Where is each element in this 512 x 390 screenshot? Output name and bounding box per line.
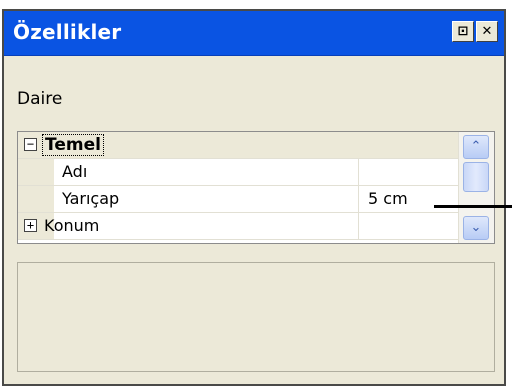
column-divider xyxy=(358,186,359,212)
property-label: Konum xyxy=(44,216,100,235)
column-divider xyxy=(358,213,359,239)
category-row-temel[interactable]: − Temel xyxy=(18,132,458,159)
pin-button[interactable]: ⊡ xyxy=(452,21,474,42)
scroll-down-icon[interactable]: ⌄ xyxy=(463,216,489,240)
property-row-position[interactable]: + Konum xyxy=(18,213,458,240)
scroll-up-icon[interactable]: ⌃ xyxy=(463,135,489,159)
property-grid: − Temel Adı Yarıçap 5 cm + Konum ⌃ ⌄ xyxy=(17,131,495,244)
property-label: Yarıçap xyxy=(62,189,120,208)
selected-object-name: Daire xyxy=(17,89,63,109)
column-divider xyxy=(358,159,359,185)
property-value[interactable]: 5 cm xyxy=(368,189,408,208)
row-gutter xyxy=(18,186,54,212)
close-button[interactable]: ✕ xyxy=(476,21,498,42)
window-title: Özellikler xyxy=(13,20,122,44)
callout-arrow-line xyxy=(434,205,512,208)
property-row-radius[interactable]: Yarıçap 5 cm xyxy=(18,186,458,213)
property-label: Adı xyxy=(62,162,88,181)
description-pane xyxy=(17,262,495,372)
vertical-scrollbar[interactable]: ⌃ ⌄ xyxy=(458,132,494,243)
scroll-thumb[interactable] xyxy=(463,162,489,192)
property-row-name[interactable]: Adı xyxy=(18,159,458,186)
properties-window: Özellikler ⊡ ✕ Daire − Temel Adı Yarıçap… xyxy=(2,9,506,386)
expand-toggle-icon[interactable]: + xyxy=(24,219,37,232)
collapse-toggle-icon[interactable]: − xyxy=(24,138,37,151)
title-bar[interactable]: Özellikler ⊡ ✕ xyxy=(4,11,504,56)
row-gutter xyxy=(18,159,54,185)
category-label: Temel xyxy=(42,134,104,156)
